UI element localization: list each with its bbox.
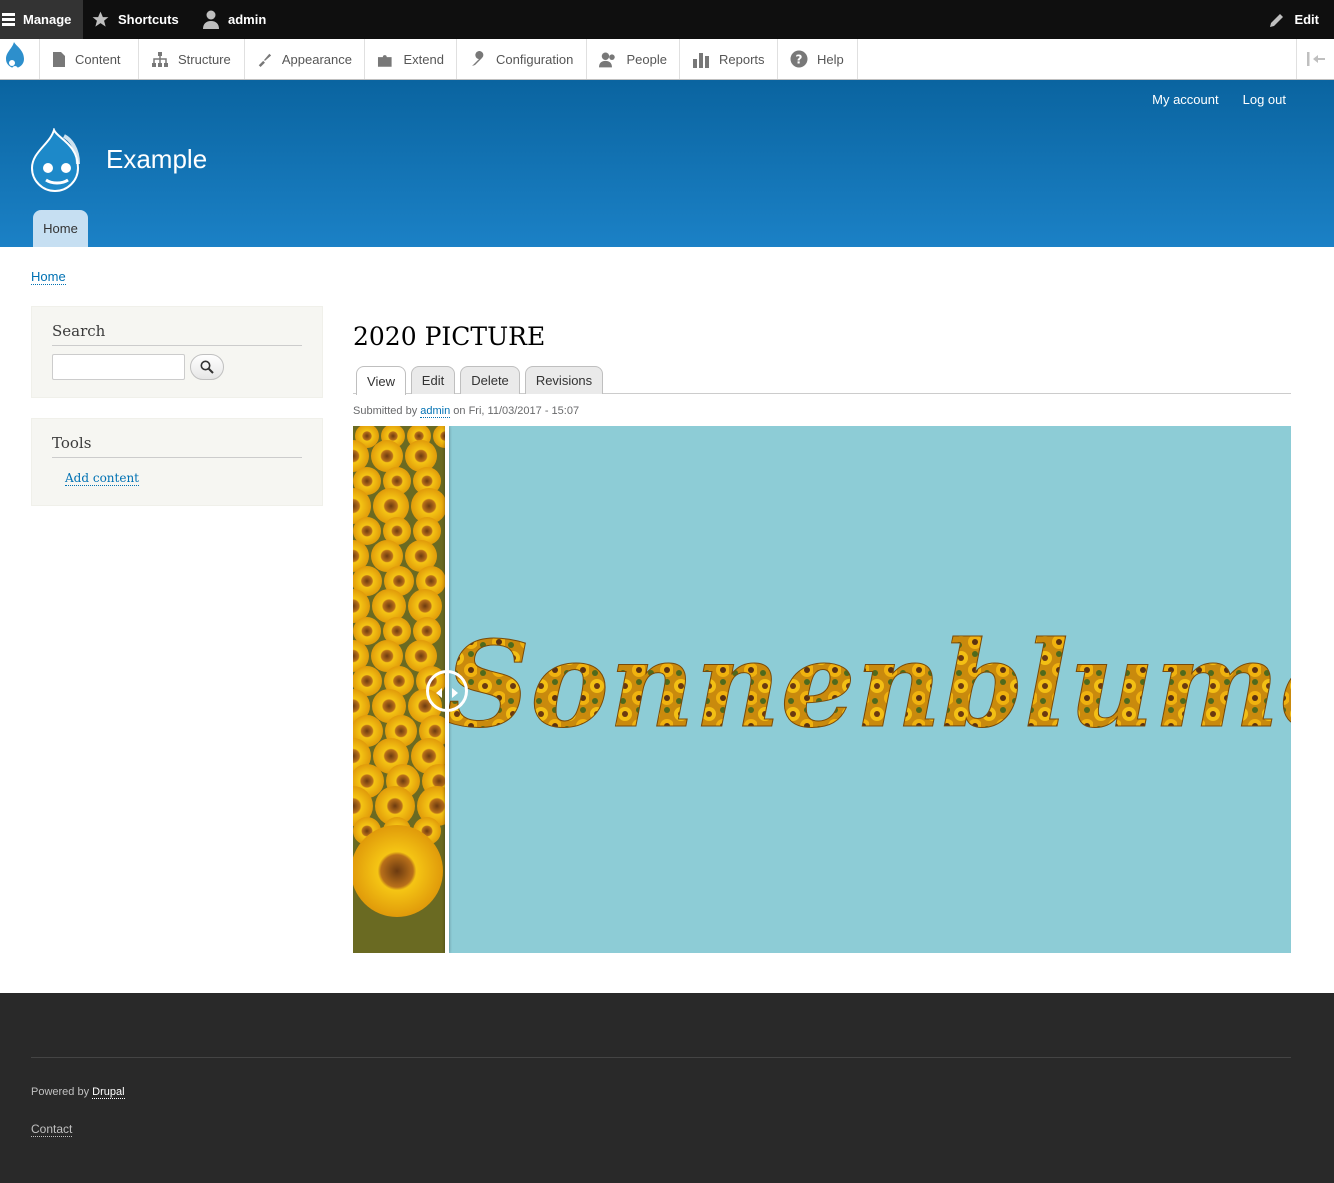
drupal-link[interactable]: Drupal [92, 1086, 125, 1099]
tray-item-label: Content [75, 51, 121, 67]
search-icon [200, 360, 214, 374]
wrench-icon [472, 50, 484, 66]
author-link[interactable]: admin [420, 405, 451, 418]
tray-item-extend[interactable]: Extend [365, 39, 457, 79]
page-title: 2020 PICTURE [353, 322, 546, 351]
admin-tray: Content Structure Appearance Extend Conf… [0, 39, 1334, 80]
question-icon: ? [790, 50, 808, 68]
tray-item-reports[interactable]: Reports [680, 39, 778, 79]
drupal-drop-logo-icon[interactable] [28, 128, 92, 196]
tray-item-label: Extend [403, 51, 444, 67]
search-block-title: Search [52, 322, 302, 346]
tray-item-appearance[interactable]: Appearance [245, 39, 365, 79]
admin-toolbar: Manage Shortcuts admin Edit [0, 0, 1334, 39]
powered-by: Powered by Drupal [31, 1086, 125, 1099]
tray-item-label: Help [817, 51, 844, 67]
tray-item-people[interactable]: People [587, 39, 680, 79]
tray-item-content[interactable]: Content [40, 39, 139, 79]
comparison-handle-icon[interactable] [426, 670, 468, 712]
user-label: admin [228, 12, 267, 27]
drupal-home-link[interactable] [0, 39, 40, 79]
tools-block-title: Tools [52, 434, 302, 458]
tray-item-label: People [626, 51, 667, 67]
contact-link[interactable]: Contact [31, 1122, 73, 1137]
manage-button[interactable]: Manage [0, 0, 83, 39]
svg-text:?: ? [796, 53, 803, 67]
edit-mode-button[interactable]: Edit [1268, 0, 1319, 39]
tray-item-configuration[interactable]: Configuration [457, 39, 587, 79]
sunflower-lettering-image: Sonnenblumen [449, 615, 1291, 755]
shortcuts-button[interactable]: Shortcuts [91, 0, 179, 39]
tray-item-label: Reports [719, 51, 765, 67]
people-icon [599, 52, 615, 67]
breadcrumb[interactable]: Home [31, 269, 66, 285]
sitemap-icon [152, 51, 168, 67]
image-comparison-slider[interactable]: Sonnenblumen [353, 426, 1291, 953]
puzzle-icon [377, 54, 392, 67]
tray-orientation-toggle[interactable] [1296, 39, 1334, 79]
edit-label: Edit [1294, 12, 1319, 27]
submitted-info: Submitted by admin on Fri, 11/03/2017 - … [353, 405, 580, 418]
main-menu-home[interactable]: Home [33, 210, 88, 247]
drupal-logo-icon [6, 42, 24, 72]
tray-item-label: Structure [178, 51, 231, 67]
search-block: Search [31, 306, 323, 398]
pencil-icon [1270, 13, 1284, 27]
image-lettering: Sonnenblumen [449, 615, 1291, 754]
manage-label: Manage [23, 12, 72, 27]
user-button[interactable]: admin [202, 0, 266, 39]
tools-block: Tools Add content [31, 418, 323, 506]
user-icon [203, 10, 219, 29]
file-icon [53, 51, 65, 67]
tray-item-label: Appearance [281, 51, 352, 67]
tab-view[interactable]: View [356, 366, 406, 395]
log-out-link[interactable]: Log out [1243, 92, 1286, 107]
site-name[interactable]: Example [106, 144, 207, 175]
my-account-link[interactable]: My account [1152, 92, 1218, 107]
site-header: My account Log out Example Home [0, 80, 1334, 247]
powered-by-prefix: Powered by [31, 1086, 90, 1098]
submitted-date: on Fri, 11/03/2017 - 15:07 [453, 405, 580, 417]
submitted-prefix: Submitted by [353, 405, 418, 417]
tab-delete[interactable]: Delete [460, 366, 520, 394]
collapse-icon [1306, 52, 1325, 66]
tray-item-help[interactable]: ? Help [778, 39, 858, 79]
tab-edit[interactable]: Edit [411, 366, 455, 394]
site-footer: Powered by Drupal Contact [0, 993, 1334, 1183]
star-icon [92, 11, 109, 27]
search-input[interactable] [52, 354, 185, 380]
footer-divider [31, 1057, 1291, 1058]
secondary-menu: My account Log out [1152, 92, 1286, 107]
bar-chart-icon [693, 52, 709, 68]
tab-revisions[interactable]: Revisions [525, 366, 603, 394]
search-button[interactable] [190, 354, 224, 380]
add-content-link[interactable]: Add content [65, 471, 139, 486]
local-tasks: View Edit Delete Revisions [353, 366, 1291, 395]
shortcuts-label: Shortcuts [118, 12, 179, 27]
tray-item-structure[interactable]: Structure [139, 39, 245, 79]
paintbrush-icon [258, 53, 272, 67]
tray-item-label: Configuration [496, 51, 574, 67]
menu-icon [2, 13, 15, 26]
